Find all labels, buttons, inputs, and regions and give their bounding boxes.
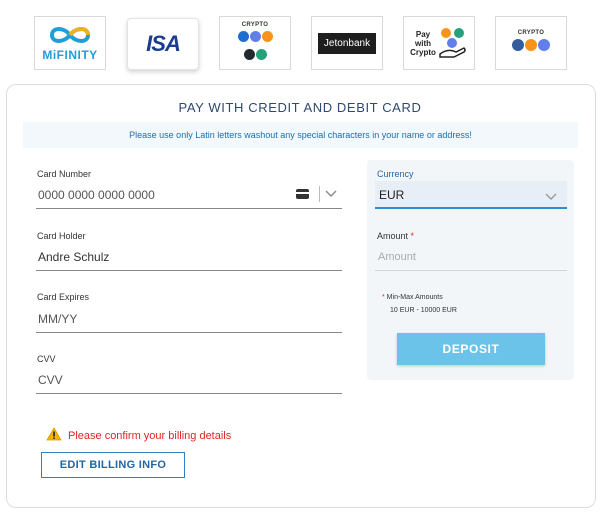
- cvv-input[interactable]: CVV: [38, 373, 63, 387]
- hand-coins-icon: [439, 28, 466, 58]
- payment-method-mifinity[interactable]: MiFINITY: [34, 16, 106, 70]
- warning-icon: [46, 427, 62, 441]
- billing-warning: Please confirm your billing details: [68, 430, 232, 442]
- infinity-icon: [49, 26, 90, 43]
- jetonbank-logo: Jetonbank: [317, 32, 377, 54]
- currency-value: EUR: [379, 188, 405, 202]
- page-title: PAY WITH CREDIT AND DEBIT CARD: [178, 100, 422, 115]
- card-number-label: Card Number: [37, 169, 92, 179]
- mifinity-label: MiFINITY: [42, 47, 98, 62]
- card-holder-label: Card Holder: [37, 231, 86, 241]
- crypto-logo: CRYPTO: [237, 22, 273, 65]
- mifinity-logo: MiFINITY: [42, 26, 97, 61]
- crypto-logo-2: CRYPTO: [512, 30, 551, 56]
- chevron-down-icon[interactable]: [325, 187, 337, 201]
- min-max-range: 10 EUR - 10000 EUR: [390, 307, 457, 314]
- currency-underline: [375, 207, 567, 209]
- min-max-note: * Min-Max Amounts: [382, 294, 443, 301]
- payment-method-crypto[interactable]: CRYPTO: [219, 16, 291, 70]
- divider: [319, 186, 320, 202]
- ethereum-icon: [538, 39, 550, 51]
- bitcoin-icon: [525, 39, 537, 51]
- amount-input[interactable]: Amount: [378, 251, 416, 263]
- bitcoin-icon: [261, 30, 273, 42]
- coin-icon: [237, 30, 249, 42]
- crypto-label: CRYPTO: [241, 21, 269, 28]
- payment-method-pay-with-crypto[interactable]: Pay with Crypto: [403, 16, 475, 70]
- amount-underline: [375, 270, 567, 271]
- payment-method-jetonbank[interactable]: Jetonbank: [311, 16, 383, 70]
- payment-method-crypto-2[interactable]: CRYPTO: [495, 16, 567, 70]
- chevron-down-icon[interactable]: [545, 190, 557, 204]
- visa-logo: ISA: [146, 31, 181, 56]
- payment-method-visa[interactable]: ISA: [127, 18, 199, 70]
- crypto-label: CRYPTO: [517, 30, 545, 36]
- edit-billing-info-button[interactable]: EDIT BILLING INFO: [41, 452, 185, 478]
- card-number-input[interactable]: 0000 0000 0000 0000: [38, 188, 155, 202]
- latin-letters-notice: Please use only Latin letters washout an…: [23, 122, 578, 148]
- currency-label: Currency: [377, 169, 414, 179]
- cvv-label: CVV: [37, 354, 56, 364]
- card-holder-underline: [36, 270, 342, 271]
- card-number-underline: [36, 208, 342, 209]
- card-expires-underline: [36, 332, 342, 333]
- cvv-underline: [36, 393, 342, 394]
- card-expires-label: Card Expires: [37, 292, 90, 302]
- deposit-button[interactable]: DEPOSIT: [397, 333, 545, 365]
- tether-icon: [255, 48, 267, 60]
- required-mark: *: [410, 231, 415, 241]
- payment-methods: MiFINITY ISA CRYPTO Jetonbank Pay with C…: [0, 0, 600, 90]
- xrp-icon: [243, 48, 255, 60]
- pay-with-crypto-label: Pay with Crypto: [410, 29, 436, 57]
- card-expires-input[interactable]: MM/YY: [38, 312, 77, 326]
- amount-label: Amount *: [377, 231, 415, 241]
- card-holder-input[interactable]: Andre Schulz: [38, 250, 109, 264]
- coin-icon: [249, 30, 261, 42]
- litecoin-icon: [512, 39, 524, 51]
- credit-card-icon: [296, 189, 309, 199]
